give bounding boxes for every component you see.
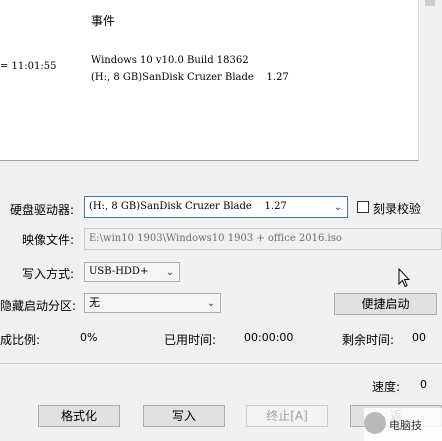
elapsed-label: 已用时间: [164, 333, 217, 347]
verify-checkbox[interactable] [357, 201, 369, 213]
log-row: = 11:01:55 (H:, 8 GB)SanDisk Cruzer Blad… [0, 50, 418, 83]
divider [0, 363, 442, 364]
quick-boot-button[interactable]: 便捷启动 [334, 293, 437, 315]
log-row-time: = 11:01:55 [0, 61, 57, 72]
speed-label: 速度: [372, 380, 401, 394]
mouse-cursor-icon [398, 268, 410, 288]
hidden-partition-label: 隐藏启动分区: [0, 299, 77, 313]
image-file-field[interactable]: E:\win10 1903\Windows10 1903 + office 20… [84, 228, 442, 250]
log-row-message: (H:, 8 GB)SanDisk Cruzer Blade 1.27 [91, 72, 289, 83]
log-column-header-event: 事件 [91, 14, 116, 28]
log-pane[interactable]: 事件 Windows 10 v10.0 Build 18362 = 11:01:… [0, 0, 418, 161]
elapsed-value: 00:00:00 [244, 331, 294, 344]
hidden-partition-select[interactable]: 无 ⌄ [84, 293, 221, 313]
ratio-label: 成比例: [0, 333, 41, 347]
write-method-select[interactable]: USB-HDD+ ⌄ [84, 262, 180, 282]
stop-button[interactable]: 终止[A] [246, 405, 328, 427]
remaining-label: 剩余时间: [342, 333, 395, 347]
drive-label: 硬盘驱动器: [10, 203, 75, 217]
chevron-down-icon: ⌄ [333, 201, 343, 213]
remaining-value: 00 [412, 331, 426, 344]
speed-value: 0 [420, 378, 427, 391]
log-row: Windows 10 v10.0 Build 18362 [0, 33, 418, 66]
log-scrollbar[interactable] [418, 0, 442, 161]
drive-select[interactable]: (H:, 8 GB)SanDisk Cruzer Blade 1.27 ⌄ [84, 196, 348, 218]
chevron-down-icon: ⌄ [165, 266, 175, 278]
image-file-label: 映像文件: [22, 233, 75, 247]
verify-label: 刻录校验 [373, 202, 422, 216]
format-button[interactable]: 格式化 [38, 405, 120, 427]
ratio-value: 0% [80, 331, 98, 344]
write-button[interactable]: 写入 [143, 405, 225, 427]
write-method-label: 写入方式: [22, 267, 75, 281]
wechat-logo-icon [364, 412, 386, 434]
chevron-down-icon: ⌄ [206, 297, 216, 309]
scrollbar-thumb[interactable] [425, 0, 435, 6]
watermark-badge: 电脑技 [364, 408, 442, 441]
watermark-text: 电脑技 [389, 419, 422, 432]
